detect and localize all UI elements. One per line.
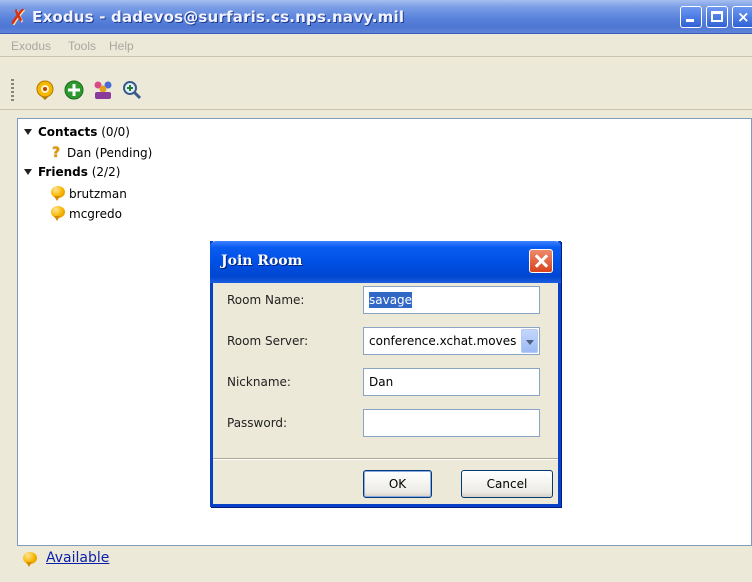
join-room-dialog: Join Room Room Name: savage Room Server:… bbox=[210, 241, 561, 507]
menu-help[interactable]: Help bbox=[109, 39, 134, 53]
nickname-label: Nickname: bbox=[227, 375, 291, 389]
group-name: Friends bbox=[38, 165, 88, 179]
dialog-close-button[interactable] bbox=[529, 249, 553, 273]
available-bulb-icon bbox=[51, 206, 65, 221]
window-title: Exodus - dadevos@surfaris.cs.nps.navy.mi… bbox=[32, 8, 405, 26]
toolbar-grip[interactable] bbox=[11, 79, 14, 101]
group-count: (2/2) bbox=[91, 165, 121, 179]
room-name-input[interactable]: savage bbox=[363, 286, 540, 314]
group-name: Contacts bbox=[38, 125, 98, 139]
expand-triangle-icon[interactable] bbox=[24, 168, 32, 175]
search-icon[interactable] bbox=[121, 79, 143, 101]
available-bulb-icon bbox=[51, 186, 65, 201]
status-link[interactable]: Available bbox=[46, 550, 109, 566]
toolbar bbox=[0, 58, 752, 110]
nickname-value: Dan bbox=[369, 375, 394, 389]
menu-exodus[interactable]: Exodus bbox=[11, 39, 51, 53]
chevron-down-icon[interactable] bbox=[521, 329, 538, 353]
exodus-x-icon: ✗ bbox=[9, 5, 27, 29]
contact-item[interactable]: brutzman bbox=[51, 186, 127, 205]
contact-item[interactable]: ? Dan (Pending) bbox=[49, 145, 152, 163]
dialog-titlebar[interactable]: Join Room bbox=[210, 241, 561, 283]
password-label: Password: bbox=[227, 416, 288, 430]
contact-name: Dan (Pending) bbox=[67, 146, 153, 160]
room-server-label: Room Server: bbox=[227, 334, 309, 348]
menubar: Exodus Tools Help bbox=[0, 35, 752, 57]
ok-button[interactable]: OK bbox=[363, 470, 432, 498]
contact-name: mcgredo bbox=[69, 207, 122, 221]
close-button[interactable]: × bbox=[732, 6, 752, 28]
password-input[interactable] bbox=[363, 409, 540, 437]
room-server-value: conference.xchat.moves bbox=[369, 334, 517, 348]
nickname-input[interactable]: Dan bbox=[363, 368, 540, 396]
status-bar bbox=[0, 546, 752, 582]
presence-icon[interactable] bbox=[34, 79, 56, 101]
group-count: (0/0) bbox=[101, 125, 130, 139]
room-name-label: Room Name: bbox=[227, 293, 305, 307]
join-room-icon[interactable] bbox=[92, 79, 114, 101]
contact-name: brutzman bbox=[69, 187, 127, 201]
close-icon: × bbox=[737, 8, 750, 26]
available-bulb-icon bbox=[23, 552, 37, 567]
window-titlebar[interactable]: ✗ Exodus - dadevos@surfaris.cs.nps.navy.… bbox=[0, 0, 752, 34]
room-name-value: savage bbox=[369, 292, 413, 308]
maximize-button[interactable] bbox=[706, 6, 728, 28]
dialog-separator bbox=[213, 458, 558, 460]
pending-question-icon: ? bbox=[51, 145, 61, 161]
group-friends[interactable]: Friends (2/2) bbox=[24, 165, 120, 183]
dialog-title: Join Room bbox=[221, 253, 303, 269]
room-server-combo[interactable]: conference.xchat.moves bbox=[363, 327, 540, 355]
cancel-button[interactable]: Cancel bbox=[461, 470, 553, 498]
add-contact-icon[interactable] bbox=[63, 79, 85, 101]
expand-triangle-icon[interactable] bbox=[24, 128, 32, 135]
group-contacts[interactable]: Contacts (0/0) bbox=[24, 125, 130, 143]
minimize-button[interactable] bbox=[680, 6, 702, 28]
menu-tools[interactable]: Tools bbox=[68, 39, 96, 53]
contact-item[interactable]: mcgredo bbox=[51, 206, 122, 225]
